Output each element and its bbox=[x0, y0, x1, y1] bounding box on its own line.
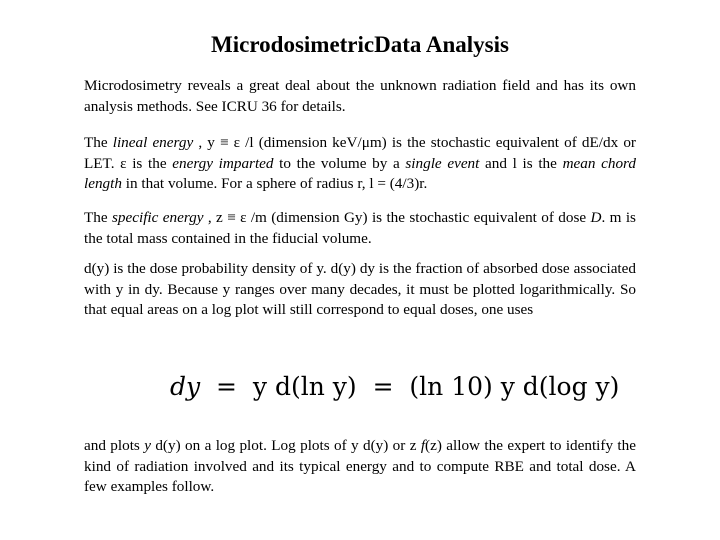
page-title: MicrodosimetricData Analysis bbox=[211, 32, 509, 57]
equation-lhs: dy bbox=[170, 372, 201, 401]
equation-rhs: (ln 10) y d(log y) bbox=[409, 372, 620, 401]
text: The bbox=[84, 134, 113, 151]
text: and l is the bbox=[479, 154, 563, 172]
term-single-event: single event bbox=[405, 154, 480, 172]
dose-density-paragraph: d(y) is the dose probability density of … bbox=[84, 260, 636, 318]
text: to the volume by a bbox=[273, 154, 406, 172]
lineal-energy-paragraph: The lineal energy , y ≡ ε /l (dimension … bbox=[84, 133, 636, 195]
term-dose-symbol: D bbox=[590, 209, 602, 226]
equation-middle: y d(ln y) bbox=[252, 372, 357, 401]
text: The bbox=[84, 209, 112, 226]
equation-equals: = bbox=[216, 372, 237, 401]
text: in that volume. For a sphere of radius r… bbox=[121, 175, 428, 192]
conclusion-paragraph: and plots y d(y) on a log plot. Log plot… bbox=[84, 436, 636, 498]
specific-energy-paragraph: The specific energy , z ≡ ε /m (dimensio… bbox=[84, 208, 636, 249]
term-lineal-energy: lineal energy bbox=[112, 134, 194, 151]
term-energy-imparted: energy imparted bbox=[172, 154, 274, 172]
text: and plots bbox=[84, 437, 145, 454]
intro-paragraph: Microdosimetry reveals a great deal abou… bbox=[84, 77, 636, 115]
term-specific-energy: specific energy bbox=[111, 209, 204, 226]
log-plot-equation: dy = y d(ln y) = (ln 10) y d(log y) bbox=[170, 372, 619, 401]
text: , z ≡ ε /m (dimension Gy) is the stochas… bbox=[203, 209, 591, 226]
text: d(y) on a log plot. Log plots of y d(y) … bbox=[150, 437, 421, 454]
equation-equals: = bbox=[372, 372, 394, 401]
term-y: y bbox=[144, 437, 151, 454]
